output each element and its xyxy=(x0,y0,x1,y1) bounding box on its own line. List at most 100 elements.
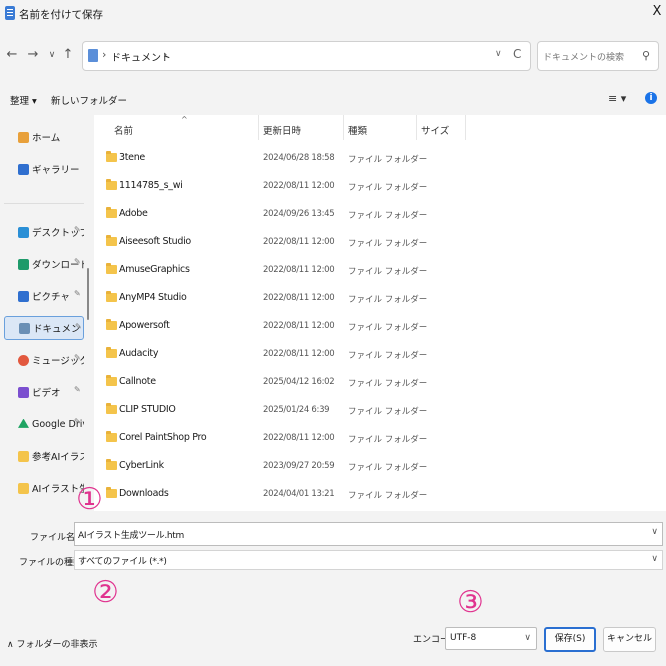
table-row[interactable]: 3tene 2024/06/28 18:58 ファイル フォルダー xyxy=(94,145,666,173)
column-separator[interactable] xyxy=(416,115,417,140)
file-name: 1114785_s_wi xyxy=(119,180,183,191)
sidebar-item-google-drive[interactable]: Google Drive ✎ xyxy=(4,412,84,436)
folder-icon xyxy=(106,375,117,386)
folder-icon xyxy=(106,207,117,218)
breadcrumb-separator[interactable]: › xyxy=(163,48,167,61)
table-row[interactable]: Apowersoft 2022/08/11 12:00 ファイル フォルダー xyxy=(94,313,666,341)
sidebar-item-sankou-ai[interactable]: 参考AIイラスト xyxy=(4,444,84,468)
download-icon xyxy=(18,258,29,270)
encoding-value[interactable]: UTF-8 xyxy=(450,633,476,643)
documents-icon xyxy=(19,322,30,334)
table-row[interactable]: Callnote 2025/04/12 16:02 ファイル フォルダー xyxy=(94,369,666,397)
file-name: AnyMP4 Studio xyxy=(119,292,187,303)
help-icon[interactable]: i xyxy=(645,92,657,104)
file-date: 2022/08/11 12:00 xyxy=(263,321,335,331)
column-header-type[interactable]: 種類 xyxy=(348,123,367,137)
sidebar-item-home[interactable]: ホーム xyxy=(4,125,84,149)
file-date: 2024/06/28 18:58 xyxy=(263,153,335,163)
column-separator[interactable] xyxy=(258,115,259,140)
file-type: ファイル フォルダー xyxy=(348,435,428,445)
file-type: ファイル フォルダー xyxy=(348,323,428,333)
chevron-down-icon[interactable]: ∨ xyxy=(651,527,658,537)
file-name: Aiseesoft Studio xyxy=(119,236,191,247)
table-row[interactable]: Corel PaintShop Pro 2022/08/11 12:00 ファイ… xyxy=(94,425,666,453)
table-row[interactable]: Downloads 2024/04/01 13:21 ファイル フォルダー xyxy=(94,481,666,509)
organize-menu[interactable]: 整理 ▾ xyxy=(10,93,37,107)
view-menu-button[interactable]: ≡ ▾ xyxy=(608,92,626,105)
back-button[interactable]: ← xyxy=(3,45,21,65)
filetype-select[interactable]: すべてのファイル (*.*) ∨ xyxy=(74,550,663,570)
column-separator[interactable] xyxy=(343,115,344,140)
forward-button[interactable]: → xyxy=(24,45,42,65)
column-header-name[interactable]: 名前 xyxy=(114,123,133,137)
file-date: 2024/09/26 13:45 xyxy=(263,209,335,219)
sidebar-item-documents[interactable]: ドキュメント ✎ xyxy=(4,316,84,340)
sidebar-item-label: ビデオ xyxy=(32,388,61,399)
table-row[interactable]: AnyMP4 Studio 2022/08/11 12:00 ファイル フォルダ… xyxy=(94,285,666,313)
folder-icon xyxy=(106,179,117,190)
column-header-date[interactable]: 更新日時 xyxy=(263,123,301,137)
chevron-down-icon[interactable]: ∨ xyxy=(651,554,658,564)
table-row[interactable]: CyberLink 2023/09/27 20:59 ファイル フォルダー xyxy=(94,453,666,481)
table-row[interactable]: CLIP STUDIO 2025/01/24 6:39 ファイル フォルダー xyxy=(94,397,666,425)
column-header-size[interactable]: サイズ xyxy=(421,123,449,137)
address-dropdown-button[interactable]: ∨ xyxy=(495,49,502,59)
table-row[interactable]: Adobe 2024/09/26 13:45 ファイル フォルダー xyxy=(94,201,666,229)
file-type: ファイル フォルダー xyxy=(348,463,428,473)
search-box[interactable]: ドキュメントの検索 ⚲ xyxy=(537,41,659,71)
save-button[interactable]: 保存(S) xyxy=(544,627,596,652)
table-row[interactable]: 1114785_s_wi 2022/08/11 12:00 ファイル フォルダー xyxy=(94,173,666,201)
table-row[interactable]: AmuseGraphics 2022/08/11 12:00 ファイル フォルダ… xyxy=(94,257,666,285)
sidebar-item-pictures[interactable]: ピクチャ ✎ xyxy=(4,284,84,308)
file-date: 2024/04/01 13:21 xyxy=(263,489,335,499)
hide-folders-button[interactable]: ∧ フォルダーの非表示 xyxy=(7,637,97,650)
file-type: ファイル フォルダー xyxy=(348,379,428,389)
sidebar-item-label: ギャラリー xyxy=(32,165,80,176)
file-date: 2022/08/11 12:00 xyxy=(263,265,335,275)
search-input[interactable]: ドキュメントの検索 xyxy=(543,50,624,63)
file-type: ファイル フォルダー xyxy=(348,351,428,361)
breadcrumb-separator[interactable]: › xyxy=(102,48,106,61)
file-type: ファイル フォルダー xyxy=(348,183,428,193)
sidebar-item-label: 参考AIイラスト xyxy=(32,452,84,463)
file-date: 2022/08/11 12:00 xyxy=(263,293,335,303)
address-bar[interactable]: › ドキュメント › ∨ C xyxy=(82,41,531,71)
search-icon: ⚲ xyxy=(642,49,651,62)
sidebar-item-videos[interactable]: ビデオ ✎ xyxy=(4,380,84,404)
file-type: ファイル フォルダー xyxy=(348,155,428,165)
home-icon xyxy=(18,131,29,143)
folder-icon xyxy=(106,291,117,302)
window-title: 名前を付けて保存 xyxy=(19,9,103,21)
table-row[interactable]: Aiseesoft Studio 2022/08/11 12:00 ファイル フ… xyxy=(94,229,666,257)
breadcrumb-documents[interactable]: ドキュメント xyxy=(111,49,171,64)
table-row[interactable]: Audacity 2022/08/11 12:00 ファイル フォルダー xyxy=(94,341,666,369)
file-name: Corel PaintShop Pro xyxy=(119,432,207,443)
folder-icon xyxy=(18,482,29,494)
encoding-select[interactable]: UTF-8 ∨ xyxy=(445,627,537,650)
close-button[interactable]: X xyxy=(650,4,664,22)
filename-value[interactable]: AIイラスト生成ツール.htm xyxy=(78,528,184,541)
sidebar-scroll-thumb[interactable] xyxy=(87,268,89,320)
pin-icon: ✎ xyxy=(74,385,81,394)
refresh-button[interactable]: C xyxy=(513,47,521,61)
folder-icon xyxy=(106,263,117,274)
file-list: ^ 名前 更新日時 種類 サイズ 3tene 2024/06/28 18:58 … xyxy=(94,115,666,511)
new-folder-button[interactable]: 新しいフォルダー xyxy=(51,93,127,107)
pin-icon: ✎ xyxy=(75,322,82,331)
sidebar-item-ai-tool[interactable]: AIイラスト生成ツ xyxy=(4,476,84,500)
filename-field[interactable]: AIイラスト生成ツール.htm ∨ xyxy=(74,522,663,546)
filetype-value[interactable]: すべてのファイル (*.*) xyxy=(78,554,167,567)
sidebar-item-music[interactable]: ミュージック ✎ xyxy=(4,348,84,372)
file-name: Callnote xyxy=(119,376,156,387)
chevron-down-icon[interactable]: ∨ xyxy=(524,633,531,643)
sidebar-item-desktop[interactable]: デスクトップ ✎ xyxy=(4,220,84,244)
annotation-badge-3: ③ xyxy=(457,585,484,620)
up-button[interactable]: ↑ xyxy=(59,45,77,65)
video-icon xyxy=(18,386,29,398)
cancel-button[interactable]: キャンセル xyxy=(603,627,656,652)
file-type: ファイル フォルダー xyxy=(348,295,428,305)
sidebar-item-gallery[interactable]: ギャラリー xyxy=(4,157,84,181)
title-bar: 名前を付けて保存 X xyxy=(0,0,666,28)
sidebar-item-downloads[interactable]: ダウンロード ✎ xyxy=(4,252,84,276)
column-separator[interactable] xyxy=(465,115,466,140)
